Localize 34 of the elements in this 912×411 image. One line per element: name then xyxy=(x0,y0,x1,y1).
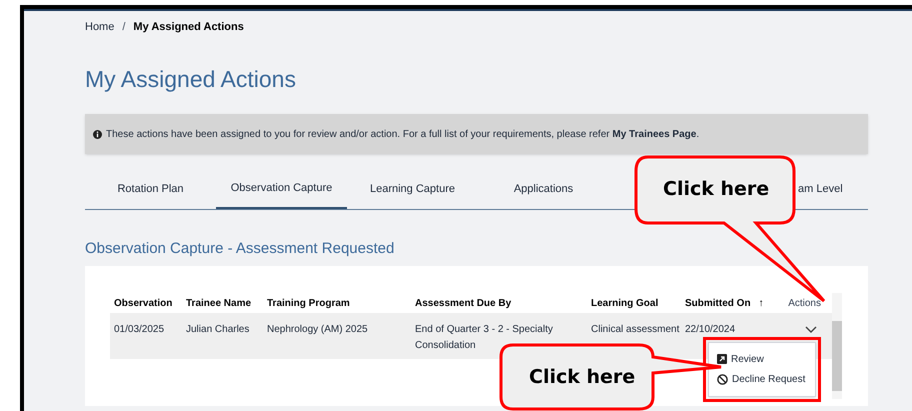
tab[interactable]: Rotation Plan xyxy=(85,170,216,209)
tab[interactable]: Observation Capture xyxy=(216,170,347,209)
info-message: These actions have been assigned to you for review and/or action. For a full list of your requirements, please refer My Trainees Page. xyxy=(106,128,700,142)
column-header[interactable]: Trainee Name xyxy=(186,296,252,310)
breadcrumb-current: My Assigned Actions xyxy=(133,20,244,35)
page-title: My Assigned Actions xyxy=(85,65,297,92)
tab[interactable]: Learning Capture xyxy=(347,170,478,209)
tab[interactable]: Applications xyxy=(478,170,609,209)
external-link-icon xyxy=(717,354,727,364)
ban-icon xyxy=(717,374,728,384)
column-header[interactable]: Training Program xyxy=(267,296,350,310)
callout-text: Click here xyxy=(663,177,770,202)
callout-text: Click here xyxy=(529,365,636,390)
table-cell: Clinical assessment xyxy=(591,324,680,335)
menu-item[interactable]: Review xyxy=(717,349,764,369)
breadcrumb-separator: / xyxy=(122,20,126,35)
column-header[interactable]: Learning Goal xyxy=(591,296,658,310)
section-title: Observation Capture - Assessment Requested xyxy=(85,239,396,258)
menu-item[interactable]: Decline Request xyxy=(717,369,806,389)
table-cell-text: End of Quarter 3 - 2 - Specialty Consolidation xyxy=(415,323,554,353)
chevron-down-icon[interactable] xyxy=(805,326,817,334)
table-cell: Nephrology (AM) 2025 xyxy=(267,324,368,335)
breadcrumb-link[interactable]: Home xyxy=(85,18,114,36)
column-header[interactable]: Submitted On xyxy=(685,296,751,310)
table-cell: 22/10/2024 xyxy=(685,324,736,335)
column-header[interactable]: Actions xyxy=(788,296,821,310)
tab[interactable]: am Level xyxy=(798,170,868,209)
column-header[interactable]: Assessment Due By xyxy=(415,296,512,310)
info-icon xyxy=(93,130,102,138)
sort-arrow[interactable]: ↑ xyxy=(758,296,764,310)
table-cell: Julian Charles xyxy=(186,324,250,335)
table-cell: 01/03/2025 xyxy=(114,324,164,335)
scrollbar[interactable] xyxy=(832,293,842,399)
column-header[interactable]: Observation xyxy=(114,296,172,310)
